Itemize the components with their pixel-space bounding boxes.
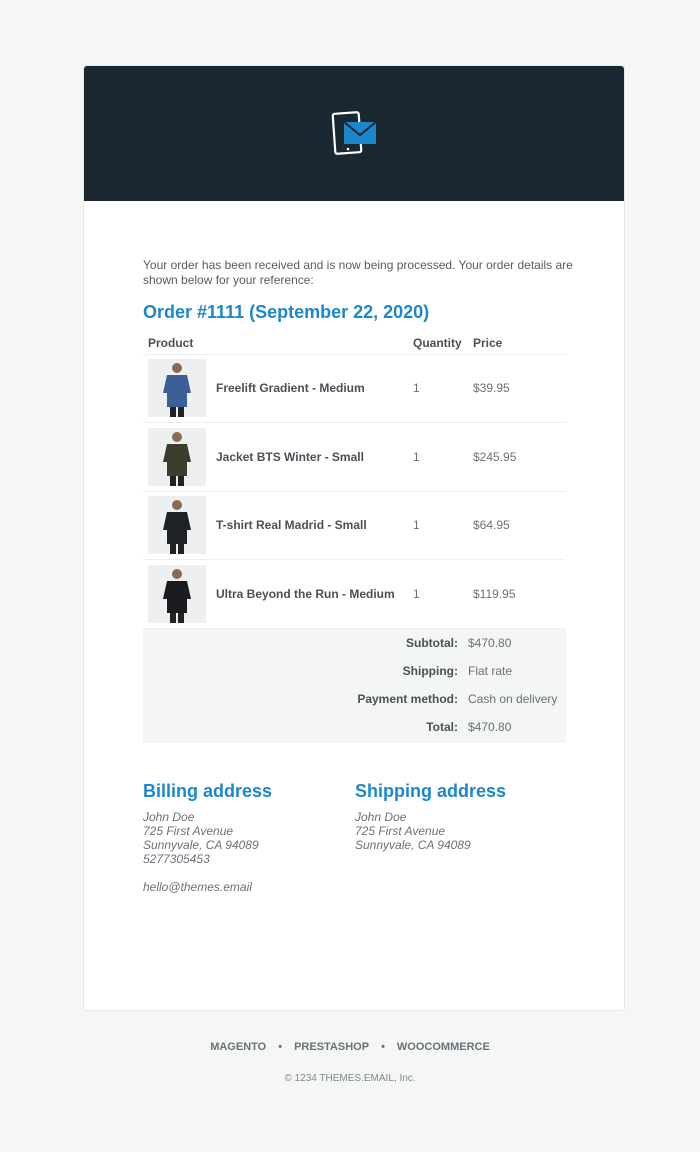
intro-text: Your order has been received and is now … (143, 258, 573, 287)
product-image-cell (143, 491, 211, 560)
product-name: Freelift Gradient - Medium (211, 354, 408, 423)
summary-value: $470.80 (468, 720, 512, 734)
summary-label: Subtotal: (406, 636, 458, 650)
footer-links: MAGENTO • PRESTASHOP • WOOCOMMERCE (0, 1041, 700, 1053)
product-name: Jacket BTS Winter - Small (211, 422, 408, 492)
product-image (148, 359, 206, 418)
order-summary: Subtotal: $470.80 Shipping: Flat rate Paymen… (143, 629, 566, 743)
product-quantity: 1 (408, 422, 468, 492)
product-quantity: 1 (408, 559, 468, 629)
table-row: Freelift Gradient - Medium 1 $39.95 (143, 354, 566, 423)
shipping-title: Shipping address (355, 781, 507, 801)
shipping-address: Shipping address John Doe 725 First Aven… (355, 780, 506, 852)
summary-value: Flat rate (468, 664, 513, 678)
summary-value: Cash on delivery (468, 692, 558, 706)
order-title: Order #1111 (September 22, 2020) (143, 302, 430, 322)
product-image (148, 564, 206, 623)
email-card: Your order has been received and is now … (83, 65, 625, 1011)
summary-value: $470.80 (468, 636, 512, 650)
shipping-street: 725 First Avenue (355, 824, 446, 838)
product-price: $39.95 (468, 354, 566, 423)
separator: • (381, 1041, 385, 1053)
billing-street: 725 First Avenue (143, 824, 234, 838)
header-price: Price (468, 332, 566, 355)
order-table: Product Quantity Price Freelift Gradient… (143, 332, 566, 629)
footer-link-magento[interactable]: MAGENTO (210, 1041, 266, 1053)
product-name: Ultra Beyond the Run - Medium (211, 559, 408, 629)
summary-row: Payment method: Cash on delivery (143, 685, 566, 713)
billing-city: Sunnyvale, CA 94089 (143, 838, 259, 852)
footer-link-woocommerce[interactable]: WOOCOMMERCE (397, 1041, 490, 1053)
separator: • (278, 1041, 283, 1053)
billing-phone: 5277305453 (143, 852, 210, 866)
header-quantity: Quantity (408, 332, 468, 355)
product-image (148, 496, 206, 555)
table-row: T-shirt Real Madrid - Small 1 $64.95 (143, 491, 566, 560)
table-row: Ultra Beyond the Run - Medium 1 $119.95 (143, 559, 566, 629)
billing-address: Billing address John Doe 725 First Avenu… (143, 780, 272, 894)
summary-row: Subtotal: $470.80 (143, 629, 566, 657)
product-name: T-shirt Real Madrid - Small (211, 491, 408, 560)
product-image-cell (143, 354, 211, 423)
product-quantity: 1 (408, 354, 468, 423)
email-header (84, 66, 624, 201)
product-image-cell (143, 559, 211, 629)
product-price: $119.95 (468, 559, 566, 629)
copyright: © 1234 THEMES.EMAIL, Inc. (284, 1073, 416, 1084)
shipping-name: John Doe (355, 810, 407, 824)
product-quantity: 1 (408, 491, 468, 560)
billing-title: Billing address (143, 781, 273, 801)
summary-label: Shipping: (402, 664, 458, 678)
product-price: $64.95 (468, 491, 566, 560)
footer-link-prestashop[interactable]: PRESTASHOP (294, 1041, 369, 1053)
product-price: $245.95 (468, 422, 566, 492)
shipping-city: Sunnyvale, CA 94089 (355, 838, 471, 852)
header-product: Product (143, 332, 408, 355)
mobile-mail-icon (331, 110, 377, 155)
product-image-cell (143, 422, 211, 492)
summary-row: Total: $470.80 (143, 713, 566, 741)
summary-label: Total: (426, 720, 458, 734)
summary-row: Shipping: Flat rate (143, 657, 566, 685)
billing-name: John Doe (143, 810, 195, 824)
summary-label: Payment method: (357, 692, 458, 706)
billing-email[interactable]: hello@themes.email (143, 880, 272, 894)
table-row: Jacket BTS Winter - Small 1 $245.95 (143, 422, 566, 492)
product-image (148, 427, 206, 486)
